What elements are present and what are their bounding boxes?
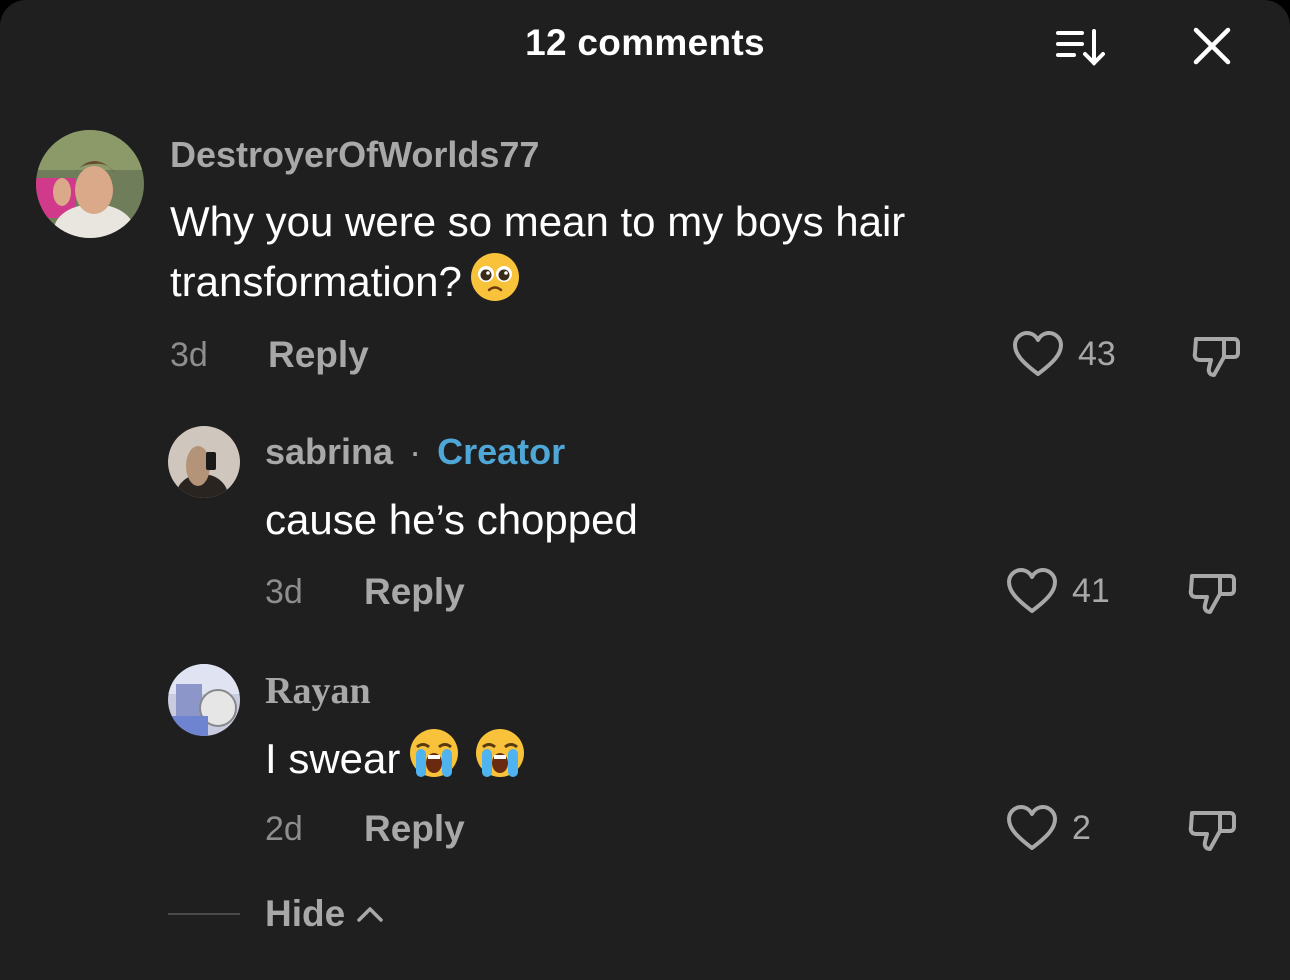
avatar[interactable]	[168, 426, 240, 498]
pleading-face-emoji	[470, 252, 520, 318]
sort-button[interactable]	[1050, 24, 1110, 70]
hide-label: Hide	[265, 893, 346, 934]
dislike-icon	[1192, 337, 1240, 377]
dislike-button[interactable]	[1184, 567, 1240, 619]
sort-icon	[1056, 29, 1105, 66]
dislike-button[interactable]	[1188, 330, 1244, 382]
creator-badge: Creator	[437, 431, 566, 472]
heart-icon	[1013, 331, 1063, 376]
comment-username[interactable]: sabrina	[265, 431, 393, 472]
avatar[interactable]	[168, 664, 240, 736]
like-button[interactable]: 41	[1006, 567, 1110, 615]
like-button[interactable]: 43	[1012, 330, 1116, 378]
heart-icon	[1007, 568, 1057, 613]
comment-username-row: sabrina · Creator	[265, 431, 565, 473]
close-icon	[1193, 27, 1231, 65]
comment-text: cause he’s chopped	[265, 496, 638, 543]
hide-replies-button[interactable]: Hide	[265, 893, 385, 935]
chevron-up-icon	[357, 907, 383, 922]
dislike-icon	[1188, 574, 1236, 614]
like-button[interactable]: 2	[1006, 804, 1091, 852]
comment-time: 2d	[265, 810, 303, 848]
comment-time: 3d	[170, 336, 208, 374]
like-count: 41	[1072, 571, 1110, 610]
like-count: 43	[1078, 334, 1116, 373]
comments-sheet: 12 comments DestroyerOfWorlds77 Why you …	[0, 0, 1290, 980]
loudly-crying-face-emoji	[474, 727, 526, 795]
reply-button[interactable]: Reply	[268, 334, 369, 376]
like-count: 2	[1072, 808, 1091, 847]
comment-text: Why you were so mean to my boys hair tra…	[170, 192, 1070, 318]
comment-username[interactable]: Rayan	[265, 669, 371, 713]
heart-icon	[1007, 805, 1057, 850]
comment-time: 3d	[265, 573, 303, 611]
dislike-icon	[1188, 811, 1236, 851]
replies-divider	[168, 913, 240, 915]
reply-button[interactable]: Reply	[364, 808, 465, 850]
separator: ·	[409, 431, 422, 472]
comment-username[interactable]: DestroyerOfWorlds77	[170, 134, 539, 176]
comment-text-line: transformation?	[170, 252, 1070, 318]
comment-text: I swear	[265, 727, 526, 795]
reply-button[interactable]: Reply	[364, 571, 465, 613]
dislike-button[interactable]	[1184, 804, 1240, 856]
close-button[interactable]	[1186, 22, 1238, 70]
comment-text-line: Why you were so mean to my boys hair	[170, 198, 906, 245]
avatar[interactable]	[36, 130, 144, 238]
loudly-crying-face-emoji	[408, 727, 460, 795]
